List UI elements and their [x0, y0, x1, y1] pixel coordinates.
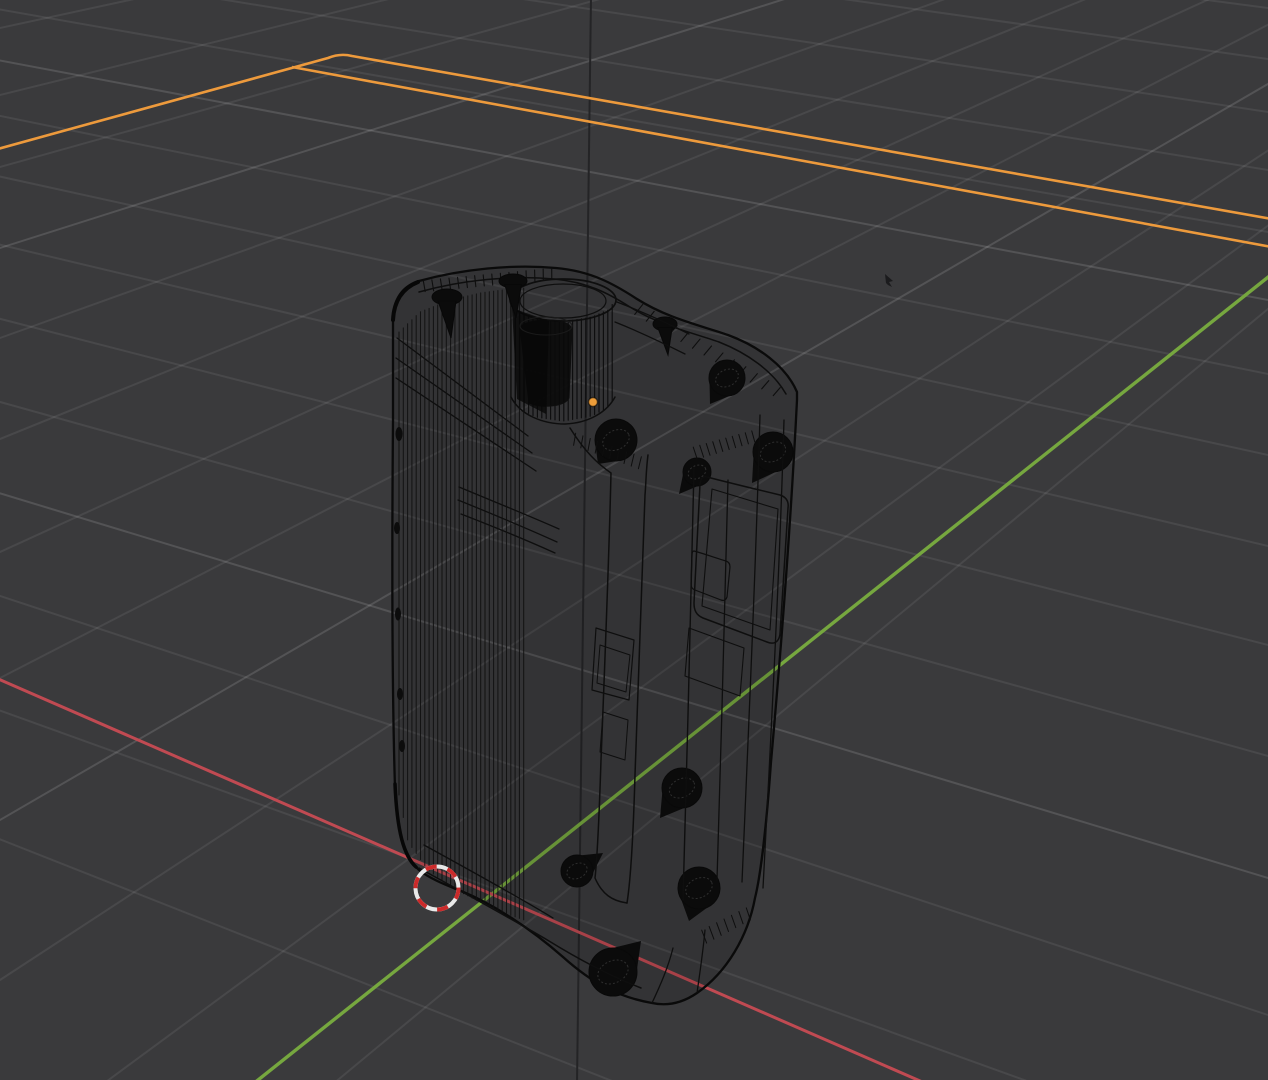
mouse-cursor-mark: [885, 274, 893, 287]
wireframe-model[interactable]: [391, 265, 799, 1006]
viewport-canvas[interactable]: [0, 0, 1268, 1080]
3d-viewport[interactable]: [0, 0, 1268, 1080]
object-origin-dot[interactable]: [587, 396, 599, 408]
